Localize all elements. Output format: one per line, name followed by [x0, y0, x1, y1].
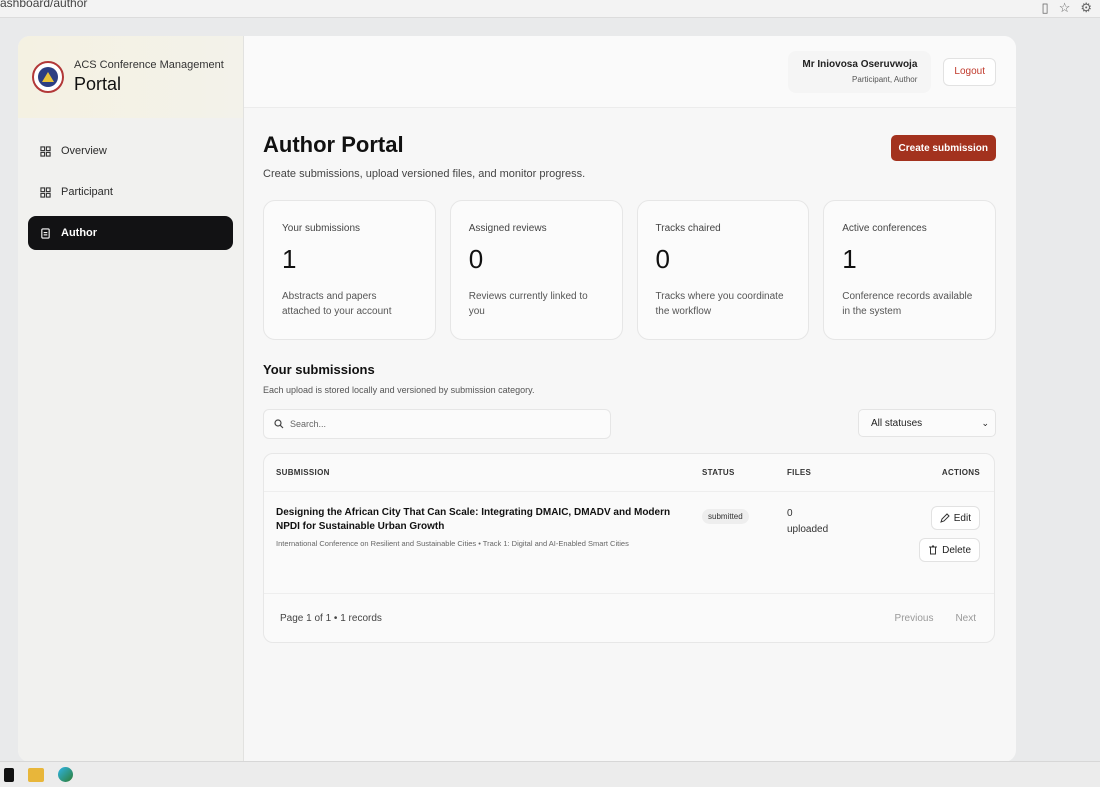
- files-count: 0: [787, 508, 793, 519]
- reader-icon[interactable]: ▯: [1042, 0, 1049, 16]
- sidebar-item-author[interactable]: Author: [28, 216, 233, 250]
- stat-value: 1: [282, 244, 297, 274]
- column-header-files: FILES: [787, 468, 812, 477]
- stat-description: Tracks where you coordinate the workflow: [655, 291, 784, 317]
- os-taskbar: [0, 761, 1100, 787]
- submissions-title: Your submissions: [263, 362, 375, 377]
- stat-label: Tracks chaired: [655, 223, 721, 234]
- status-filter-value: All statuses: [871, 417, 923, 429]
- table-row: Designing the African City That Can Scal…: [264, 492, 994, 594]
- stat-card-conferences: Active conferences 1 Conference records …: [823, 200, 996, 340]
- stat-value: 0: [655, 244, 670, 274]
- browser-toolbar: ashboard/author ▯ ☆ ⚙: [0, 0, 1100, 18]
- grid-icon: [40, 186, 51, 198]
- star-icon[interactable]: ☆: [1059, 0, 1071, 16]
- start-icon[interactable]: [4, 767, 14, 782]
- sidebar-item-overview[interactable]: Overview: [28, 134, 233, 168]
- stat-description: Reviews currently linked to you: [468, 291, 588, 317]
- edit-label: Edit: [953, 512, 971, 524]
- top-bar: Mr Iniovosa Oseruvwoja Participant, Auth…: [244, 36, 1016, 108]
- stat-card-tracks: Tracks chaired 0 Tracks where you coordi…: [636, 200, 810, 340]
- submission-meta: International Conference on Resilient an…: [276, 539, 629, 548]
- stat-value: 1: [842, 244, 857, 274]
- stat-label: Active conferences: [842, 223, 927, 234]
- file-explorer-icon[interactable]: [28, 767, 44, 782]
- column-header-status: STATUS: [702, 468, 735, 477]
- user-info: Mr Iniovosa Oseruvwoja Participant, Auth…: [788, 50, 932, 93]
- column-header-submission: SUBMISSION: [276, 468, 330, 477]
- stat-card-submissions: Your submissions 1 Abstracts and papers …: [263, 200, 436, 340]
- search-placeholder: Search...: [290, 419, 327, 429]
- document-icon: [41, 227, 50, 239]
- status-badge: submitted: [702, 509, 749, 524]
- main-area: Mr Iniovosa Oseruvwoja Participant, Auth…: [244, 36, 1016, 762]
- delete-button[interactable]: Delete: [919, 538, 980, 562]
- grid-icon: [40, 145, 51, 157]
- files-cell: 0 uploaded: [787, 506, 907, 593]
- app-window: ACS Conference Management Portal Overvie…: [18, 36, 1016, 762]
- filter-bar: Search... All statuses ⌄: [263, 409, 996, 439]
- logout-button[interactable]: Logout: [943, 57, 996, 86]
- pagination-info: Page 1 of 1 • 1 records: [280, 612, 382, 624]
- previous-page-button[interactable]: Previous: [889, 609, 940, 628]
- edit-button[interactable]: Edit: [930, 506, 980, 530]
- submission-title: Designing the African City That Can Scal…: [276, 507, 671, 532]
- stat-description: Conference records available in the syst…: [842, 291, 973, 317]
- page-description: Create submissions, upload versioned fil…: [263, 168, 586, 180]
- files-label: uploaded: [787, 524, 829, 535]
- user-name: Mr Iniovosa Oseruvwoja: [802, 59, 918, 70]
- stat-label: Your submissions: [282, 223, 361, 234]
- acs-logo: [32, 61, 64, 93]
- stats-row: Your submissions 1 Abstracts and papers …: [263, 200, 996, 340]
- user-role: Participant, Author: [852, 75, 918, 84]
- extensions-icon[interactable]: ⚙: [1080, 0, 1092, 16]
- pencil-icon: [939, 513, 950, 523]
- brand-header: ACS Conference Management Portal: [18, 36, 243, 118]
- stat-label: Assigned reviews: [468, 223, 547, 234]
- page-title: Author Portal: [263, 132, 404, 157]
- address-bar-text[interactable]: ashboard/author: [0, 0, 87, 10]
- brand-subtitle: ACS Conference Management: [74, 59, 224, 71]
- brand-title: Portal: [74, 74, 122, 94]
- table-header: SUBMISSION STATUS FILES ACTIONS: [264, 454, 994, 492]
- sidebar: ACS Conference Management Portal Overvie…: [18, 36, 244, 762]
- sidebar-nav: Overview Participant Author: [18, 118, 243, 273]
- stat-value: 0: [468, 244, 484, 274]
- chevron-down-icon: ⌄: [981, 417, 989, 428]
- search-input[interactable]: Search...: [263, 409, 611, 439]
- stat-card-reviews: Assigned reviews 0 Reviews currently lin…: [449, 200, 623, 340]
- submissions-table: SUBMISSION STATUS FILES ACTIONS Designin…: [263, 453, 995, 643]
- column-header-actions: ACTIONS: [941, 468, 980, 477]
- trash-icon: [929, 545, 938, 555]
- create-submission-button[interactable]: Create submission: [890, 135, 996, 161]
- content: Author Portal Create submissions, upload…: [244, 108, 1016, 643]
- sidebar-item-label: Author: [61, 227, 98, 239]
- sidebar-item-label: Overview: [61, 145, 107, 157]
- sidebar-item-label: Participant: [61, 186, 113, 198]
- submissions-description: Each upload is stored locally and versio…: [263, 385, 535, 395]
- next-page-button[interactable]: Next: [949, 609, 982, 628]
- edge-browser-icon[interactable]: [58, 767, 73, 782]
- stat-description: Abstracts and papers attached to your ac…: [282, 291, 392, 317]
- delete-label: Delete: [942, 544, 971, 556]
- sidebar-item-participant[interactable]: Participant: [28, 175, 233, 209]
- pagination: Previous Next: [889, 609, 982, 628]
- table-footer: Page 1 of 1 • 1 records Previous Next: [264, 594, 994, 642]
- search-icon: [274, 419, 284, 429]
- status-filter-select[interactable]: All statuses ⌄: [858, 409, 996, 437]
